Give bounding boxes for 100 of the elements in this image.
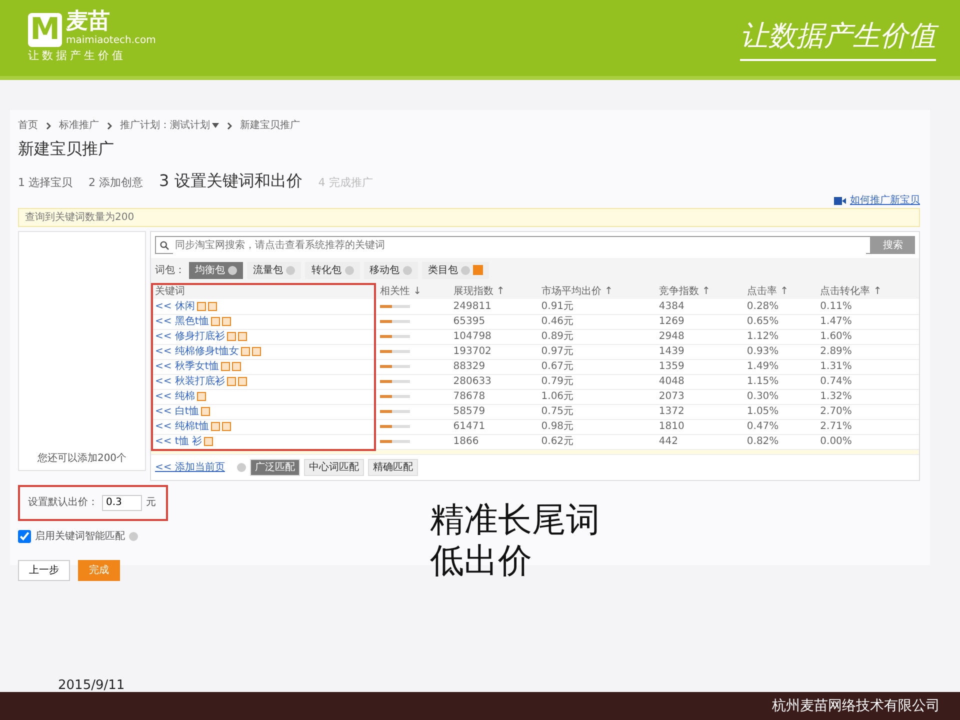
- keyword-link[interactable]: << 黑色t恤: [155, 316, 209, 327]
- video-camera-icon: [834, 196, 846, 204]
- table-cell: 0.75元: [537, 404, 655, 419]
- table-cell: 0.79元: [537, 374, 655, 389]
- package-tab[interactable]: 均衡包: [189, 262, 244, 279]
- search-icon: [160, 240, 169, 250]
- table-cell: 65395: [449, 314, 538, 329]
- table-cell: 0.93%: [742, 344, 816, 359]
- relevance-meter: [380, 380, 410, 383]
- table-cell: 0.97元: [537, 344, 655, 359]
- chevron-icon: [46, 122, 51, 130]
- table-cell: 2073: [654, 389, 743, 404]
- breadcrumb-link[interactable]: 新建宝贝推广: [240, 118, 300, 133]
- table-cell: 1.49%: [742, 359, 816, 374]
- bid-label: 设置默认出价：: [28, 496, 98, 510]
- logo-slogan: 让数据产生价值: [28, 48, 127, 64]
- bid-field[interactable]: 0.3: [102, 494, 142, 510]
- keyword-link[interactable]: << 秋季女t恤: [155, 361, 219, 372]
- keyword-link[interactable]: << 纯棉: [155, 391, 195, 402]
- breadcrumb-link[interactable]: 推广计划：测试计划: [120, 118, 210, 133]
- table-cell: 1.60%: [816, 329, 919, 344]
- column-header: 市场平均出价 ↑: [537, 283, 655, 299]
- table-cell: 2948: [654, 329, 743, 344]
- table-cell: 104798: [449, 329, 538, 344]
- table-cell: 0.65%: [742, 314, 816, 329]
- footer-text: 杭州麦苗网络技术有限公司: [0, 692, 960, 720]
- relevance-meter: [380, 394, 410, 398]
- table-cell: 0.74%: [816, 374, 919, 389]
- add-page-link[interactable]: << 添加当前页: [155, 460, 225, 474]
- table-cell: 0.98元: [537, 419, 655, 434]
- table-cell: 88329: [449, 359, 538, 374]
- package-tab[interactable]: 转化包: [305, 262, 360, 279]
- keyword-link[interactable]: << 修身打底衫: [155, 331, 225, 342]
- logo-name: 麦苗: [66, 11, 111, 34]
- breadcrumb-link[interactable]: 标准推广: [59, 118, 99, 133]
- package-tab[interactable]: 类目包: [422, 262, 490, 279]
- package-label: 词包：: [155, 264, 185, 278]
- search-button[interactable]: 搜索: [871, 236, 915, 254]
- table-cell: 4048: [654, 374, 743, 389]
- help-icon: [228, 266, 238, 275]
- column-header: 竞争指数 ↑: [654, 283, 743, 299]
- table-cell: 1.05%: [742, 404, 816, 419]
- column-header: 相关性 ↓: [376, 283, 450, 299]
- step-label: 1 选择宝贝: [18, 175, 72, 191]
- table-cell: 78678: [449, 389, 538, 404]
- callout-text: 低出价: [430, 540, 533, 582]
- relevance-meter: [380, 424, 410, 428]
- notice-bar: 查询到关键词数量为200: [18, 208, 920, 227]
- keyword-link[interactable]: << 纯棉t恤: [155, 421, 209, 432]
- table-cell: 1372: [654, 404, 743, 419]
- help-icon: [402, 266, 412, 275]
- table-cell: 0.00%: [816, 434, 919, 449]
- keyword-link[interactable]: << t恤 衫: [155, 436, 202, 447]
- chevron-icon: [107, 122, 112, 130]
- step-label: 3 设置关键词和出价: [159, 170, 302, 192]
- back-button[interactable]: 上一步: [18, 560, 70, 580]
- help-link[interactable]: 如何推广新宝贝: [850, 193, 920, 208]
- column-header: 点击转化率 ↑: [816, 283, 919, 299]
- caret-icon[interactable]: [212, 123, 219, 128]
- help-icon: [129, 532, 138, 540]
- help-icon: [460, 266, 470, 275]
- table-cell: 249811: [449, 299, 538, 314]
- checkbox[interactable]: [18, 530, 31, 542]
- match-type-tab[interactable]: 精确匹配: [368, 458, 418, 476]
- table-cell: 0.62元: [537, 434, 655, 449]
- relevance-meter: [380, 334, 410, 338]
- table-cell: 1.12%: [742, 329, 816, 344]
- keyword-link[interactable]: << 休闲: [155, 300, 195, 312]
- relevance-meter: [380, 364, 410, 368]
- table-cell: 0.91元: [537, 299, 655, 314]
- step-label: 4 完成推广: [318, 175, 373, 191]
- search-field[interactable]: 同步淘宝网搜索，请点击查看系统推荐的关键词: [155, 236, 871, 254]
- match-type-tab[interactable]: 中心词匹配: [304, 458, 364, 476]
- relevance-meter: [380, 440, 410, 443]
- remaining-count: 您还可以添加200个: [36, 452, 128, 466]
- table-cell: 1.06元: [537, 389, 655, 404]
- table-cell: 0.28%: [742, 299, 816, 314]
- package-tab[interactable]: 流量包: [247, 262, 302, 279]
- table-cell: 2.89%: [816, 344, 919, 359]
- package-tab[interactable]: 移动包: [364, 262, 418, 279]
- keyword-link[interactable]: << 秋装打底衫: [155, 376, 225, 387]
- table-cell: 1269: [654, 314, 743, 329]
- table-cell: 61471: [449, 419, 538, 434]
- chevron-icon: [227, 122, 232, 130]
- keyword-link[interactable]: << 纯棉修身t恤女: [155, 346, 239, 357]
- keyword-link[interactable]: << 白t恤: [155, 406, 199, 417]
- table-cell: 1.32%: [816, 389, 919, 404]
- table-cell: 0.11%: [816, 299, 919, 314]
- help-icon: [286, 266, 296, 275]
- table-cell: 193702: [449, 344, 538, 359]
- table-cell: 1.31%: [816, 359, 919, 374]
- breadcrumb-link[interactable]: 首页: [18, 118, 38, 133]
- table-cell: 442: [654, 434, 743, 449]
- table-cell: 0.46元: [537, 314, 655, 329]
- date-text: 2015/9/11: [58, 677, 125, 695]
- relevance-meter: [380, 350, 410, 353]
- match-type-tab[interactable]: 广泛匹配: [250, 458, 300, 476]
- table-cell: 280633: [449, 374, 538, 389]
- table-cell: 0.30%: [742, 389, 816, 404]
- table-cell: 4384: [654, 299, 743, 314]
